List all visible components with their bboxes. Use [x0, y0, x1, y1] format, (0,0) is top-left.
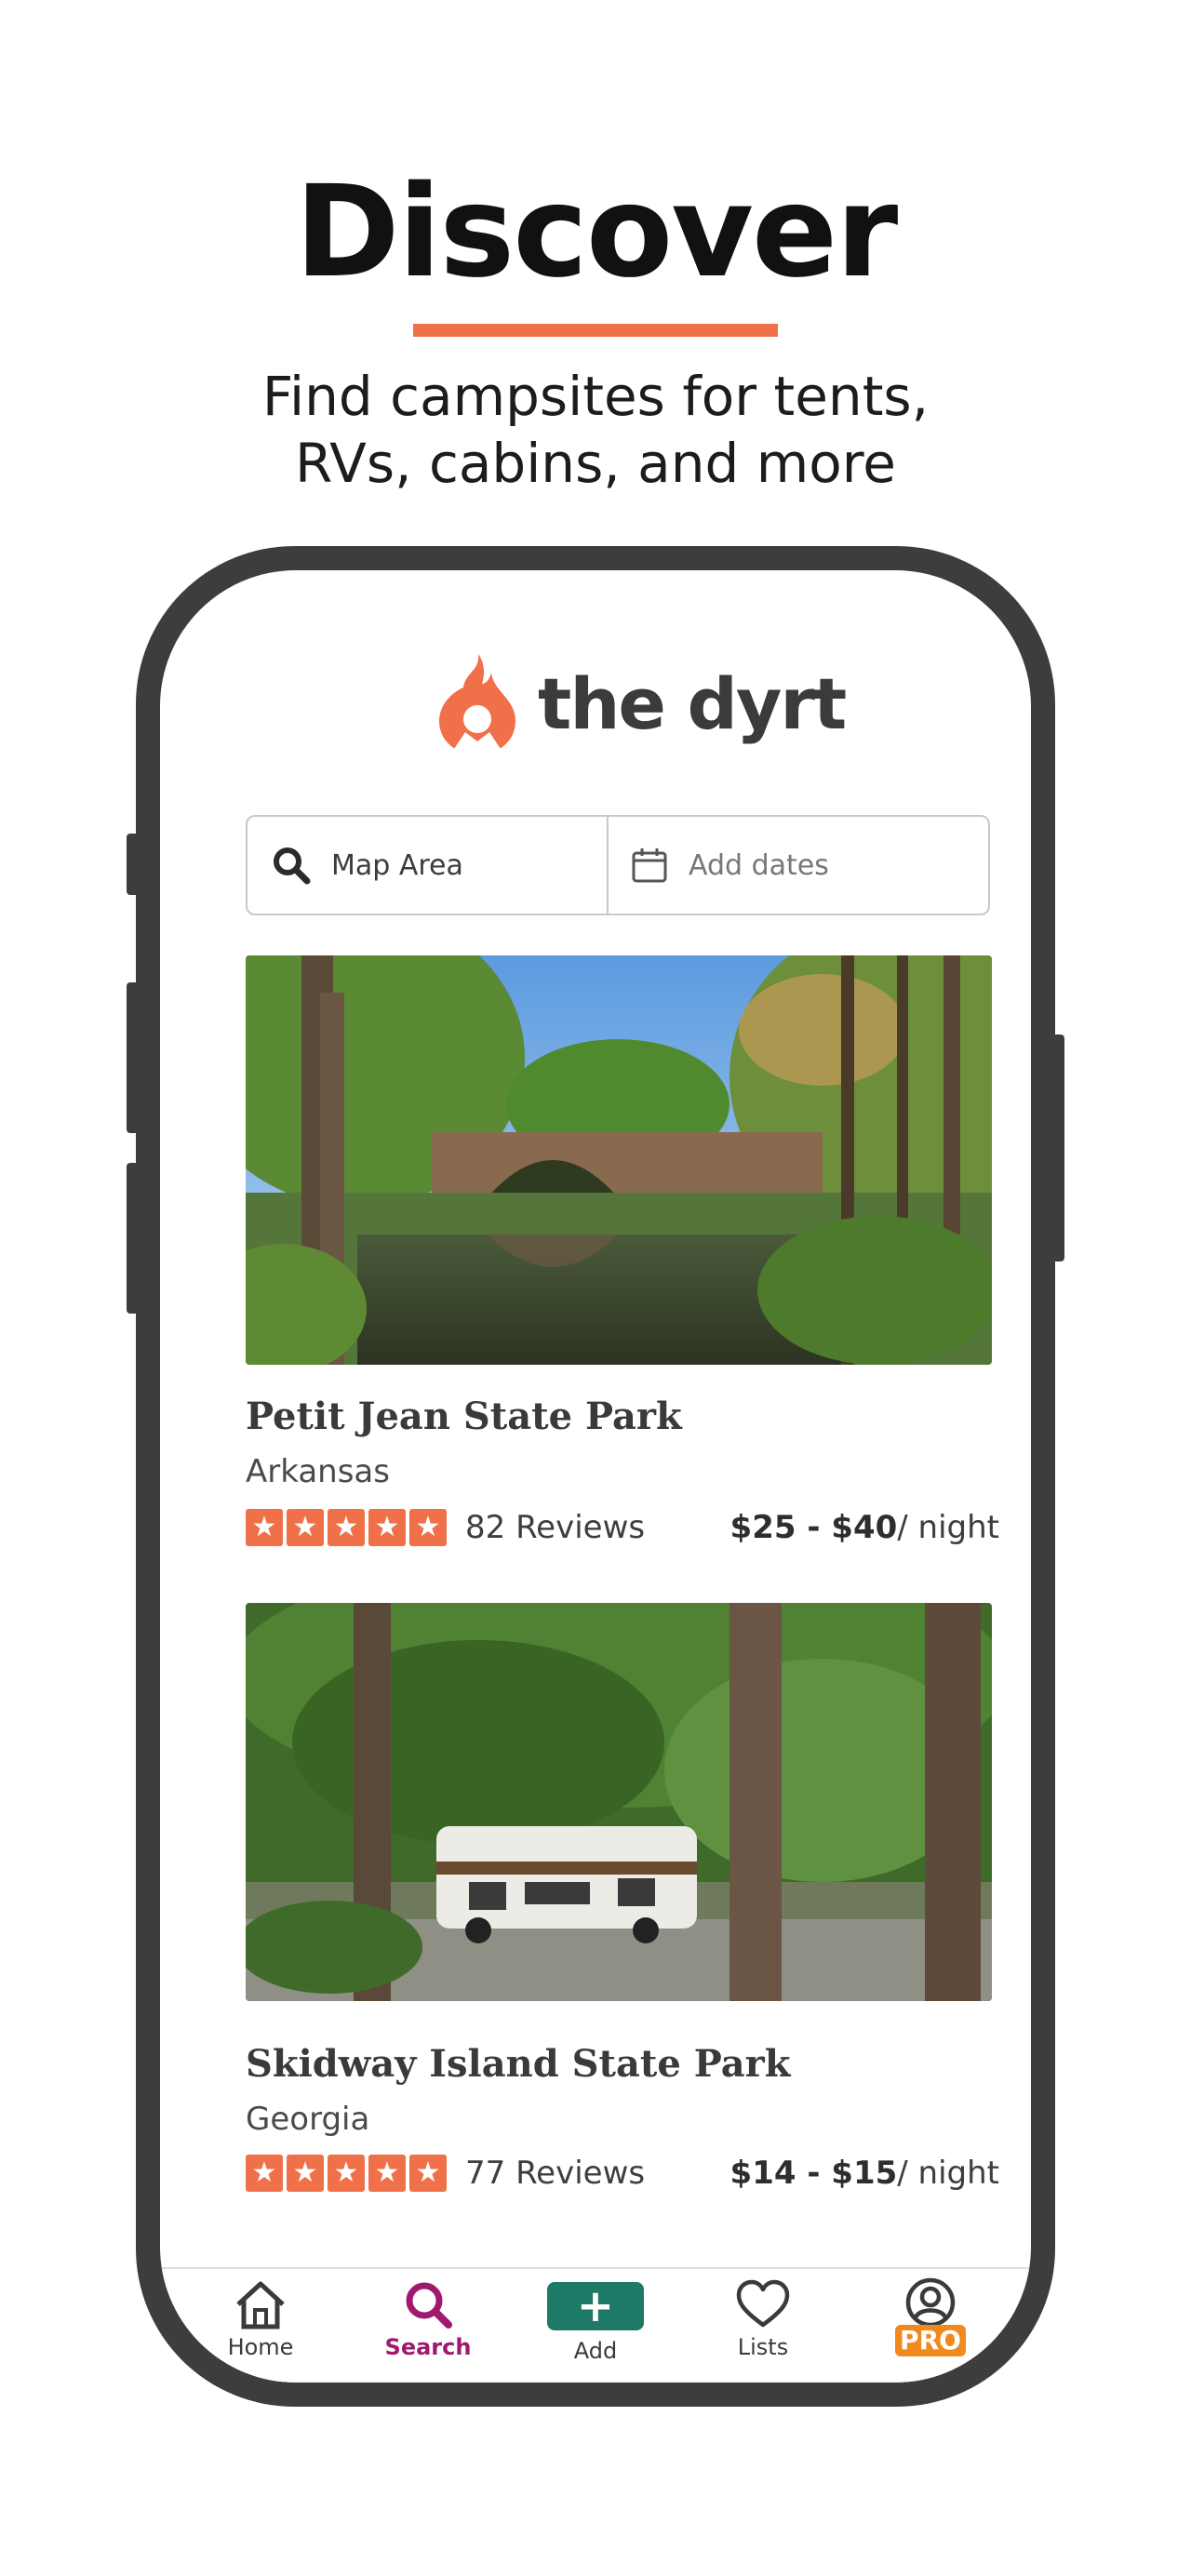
tab-search-label: Search [384, 2334, 472, 2360]
campfire-logo-icon [439, 654, 515, 754]
location-value: Map Area [331, 848, 463, 882]
listing-state: Arkansas [246, 1453, 390, 1490]
price-unit: / night [897, 2155, 999, 2192]
dates-field[interactable]: Add dates [609, 817, 988, 914]
tab-lists[interactable]: Lists [707, 2276, 819, 2379]
pro-badge: PRO [895, 2325, 966, 2356]
review-count: 82 Reviews [465, 1509, 646, 1546]
star-rating: ★ ★ ★ ★ ★ [246, 2155, 447, 2192]
price-range: $14 - $15/ night [730, 2155, 999, 2192]
review-count: 77 Reviews [465, 2155, 646, 2192]
app-logo: the dyrt [437, 652, 847, 756]
home-icon [236, 2281, 285, 2329]
listing-title[interactable]: Skidway Island State Park [246, 2042, 790, 2086]
location-field[interactable]: Map Area [248, 817, 609, 914]
tab-add[interactable]: + Add [540, 2276, 651, 2379]
listing-title[interactable]: Petit Jean State Park [246, 1395, 682, 1438]
search-bar: Map Area Add dates [246, 815, 990, 915]
phone-frame: the dyrt Map Area Add dates Petit Jean S… [136, 546, 1055, 2407]
dates-placeholder: Add dates [689, 848, 829, 882]
price-value: $14 - $15 [729, 2155, 898, 2192]
star-icon: ★ [368, 1509, 406, 1546]
listing-photo-rv[interactable] [246, 1603, 992, 2001]
star-icon: ★ [328, 2155, 365, 2192]
star-icon: ★ [287, 2155, 324, 2192]
listing-state: Georgia [246, 2101, 370, 2138]
price-value: $25 - $40 [729, 1509, 898, 1546]
star-icon: ★ [409, 2155, 447, 2192]
star-icon: ★ [328, 1509, 365, 1546]
hero-underline [413, 324, 778, 337]
brand-name: the dyrt [538, 662, 847, 745]
hero-subtitle-line-1: Find campsites for tents, [261, 365, 930, 428]
star-rating: ★ ★ ★ ★ ★ [246, 1509, 447, 1546]
tab-home[interactable]: Home [205, 2276, 316, 2379]
search-icon [406, 2282, 452, 2329]
user-icon [905, 2277, 956, 2328]
plus-icon: + [547, 2282, 644, 2330]
tab-profile-pro[interactable]: PRO [875, 2276, 986, 2379]
bottom-tab-bar: Home Search + Add Lists PRO [160, 2267, 1031, 2382]
star-icon: ★ [246, 2155, 283, 2192]
hero-subtitle-line-2: RVs, cabins, and more [295, 432, 896, 495]
stone-bridge-photo [246, 955, 992, 1365]
listing-meta: ★ ★ ★ ★ ★ 77 Reviews $14 - $15/ night [246, 2152, 999, 2195]
tab-search[interactable]: Search [372, 2276, 484, 2379]
hero-subtitle: Find campsites for tents, RVs, cabins, a… [0, 363, 1191, 497]
heart-icon [736, 2279, 790, 2328]
listing-photo-bridge[interactable] [246, 955, 992, 1365]
tab-lists-label: Lists [737, 2334, 789, 2360]
price-unit: / night [897, 1509, 999, 1546]
rv-campsite-photo [246, 1603, 992, 2001]
listing-meta: ★ ★ ★ ★ ★ 82 Reviews $25 - $40/ night [246, 1506, 999, 1549]
star-icon: ★ [246, 1509, 283, 1546]
star-icon: ★ [368, 2155, 406, 2192]
app-screen: the dyrt Map Area Add dates Petit Jean S… [160, 570, 1031, 2382]
star-icon: ★ [287, 1509, 324, 1546]
star-icon: ★ [409, 1509, 447, 1546]
profile-avatar: PRO [893, 2276, 968, 2360]
search-icon [274, 848, 311, 885]
calendar-icon [632, 848, 667, 883]
hero-title: Discover [294, 159, 898, 306]
price-range: $25 - $40/ night [730, 1509, 999, 1546]
tab-add-label: Add [573, 2338, 618, 2364]
tab-home-label: Home [227, 2334, 294, 2360]
